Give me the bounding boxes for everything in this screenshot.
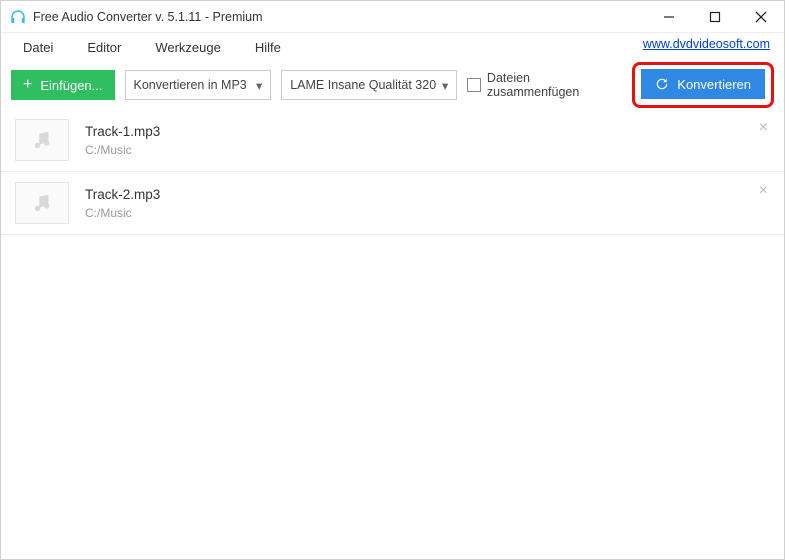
menu-help[interactable]: Hilfe bbox=[245, 36, 291, 59]
titlebar: Free Audio Converter v. 5.1.11 - Premium bbox=[1, 1, 784, 33]
headphones-icon bbox=[9, 8, 27, 26]
music-note-icon bbox=[15, 119, 69, 161]
merge-files-checkbox[interactable]: Dateien zusammenfügen bbox=[467, 71, 622, 99]
window-title: Free Audio Converter v. 5.1.11 - Premium bbox=[33, 10, 646, 24]
menu-editor[interactable]: Editor bbox=[77, 36, 131, 59]
remove-track-button[interactable]: × bbox=[759, 182, 768, 200]
quality-select[interactable]: LAME Insane Qualität 320 kb ▾ bbox=[281, 70, 457, 100]
track-path: C:/Music bbox=[85, 143, 160, 157]
track-name: Track-1.mp3 bbox=[85, 124, 160, 139]
plus-icon: + bbox=[23, 77, 32, 93]
minimize-button[interactable] bbox=[646, 1, 692, 33]
menubar: Datei Editor Werkzeuge Hilfe www.dvdvide… bbox=[1, 33, 784, 61]
quality-select-value: LAME Insane Qualität 320 kb bbox=[290, 78, 438, 92]
track-name: Track-2.mp3 bbox=[85, 187, 160, 202]
track-path: C:/Music bbox=[85, 206, 160, 220]
track-row[interactable]: Track-1.mp3 C:/Music × bbox=[1, 109, 784, 172]
refresh-icon bbox=[655, 77, 669, 91]
convert-label: Konvertieren bbox=[677, 77, 751, 92]
convert-highlight: Konvertieren bbox=[632, 62, 774, 108]
app-window: Free Audio Converter v. 5.1.11 - Premium… bbox=[0, 0, 785, 560]
maximize-button[interactable] bbox=[692, 1, 738, 33]
toolbar: + Einfügen... Konvertieren in MP3 ▾ LAME… bbox=[1, 61, 784, 109]
vendor-link[interactable]: www.dvdvideosoft.com bbox=[643, 37, 770, 51]
close-button[interactable] bbox=[738, 1, 784, 33]
convert-button[interactable]: Konvertieren bbox=[641, 69, 765, 99]
track-meta: Track-1.mp3 C:/Music bbox=[85, 124, 160, 157]
add-files-button[interactable]: + Einfügen... bbox=[11, 70, 115, 100]
add-files-label: Einfügen... bbox=[40, 78, 102, 93]
chevron-down-icon: ▾ bbox=[442, 78, 448, 93]
menu-file[interactable]: Datei bbox=[13, 36, 63, 59]
merge-files-label: Dateien zusammenfügen bbox=[487, 71, 622, 99]
chevron-down-icon: ▾ bbox=[256, 78, 262, 93]
menu-tools[interactable]: Werkzeuge bbox=[145, 36, 231, 59]
track-row[interactable]: Track-2.mp3 C:/Music × bbox=[1, 172, 784, 235]
format-select[interactable]: Konvertieren in MP3 ▾ bbox=[125, 70, 272, 100]
window-controls bbox=[646, 1, 784, 33]
music-note-icon bbox=[15, 182, 69, 224]
format-select-value: Konvertieren in MP3 bbox=[134, 78, 247, 92]
remove-track-button[interactable]: × bbox=[759, 119, 768, 137]
track-meta: Track-2.mp3 C:/Music bbox=[85, 187, 160, 220]
checkbox-icon bbox=[467, 78, 481, 92]
track-list: Track-1.mp3 C:/Music × Track-2.mp3 C:/Mu… bbox=[1, 109, 784, 559]
